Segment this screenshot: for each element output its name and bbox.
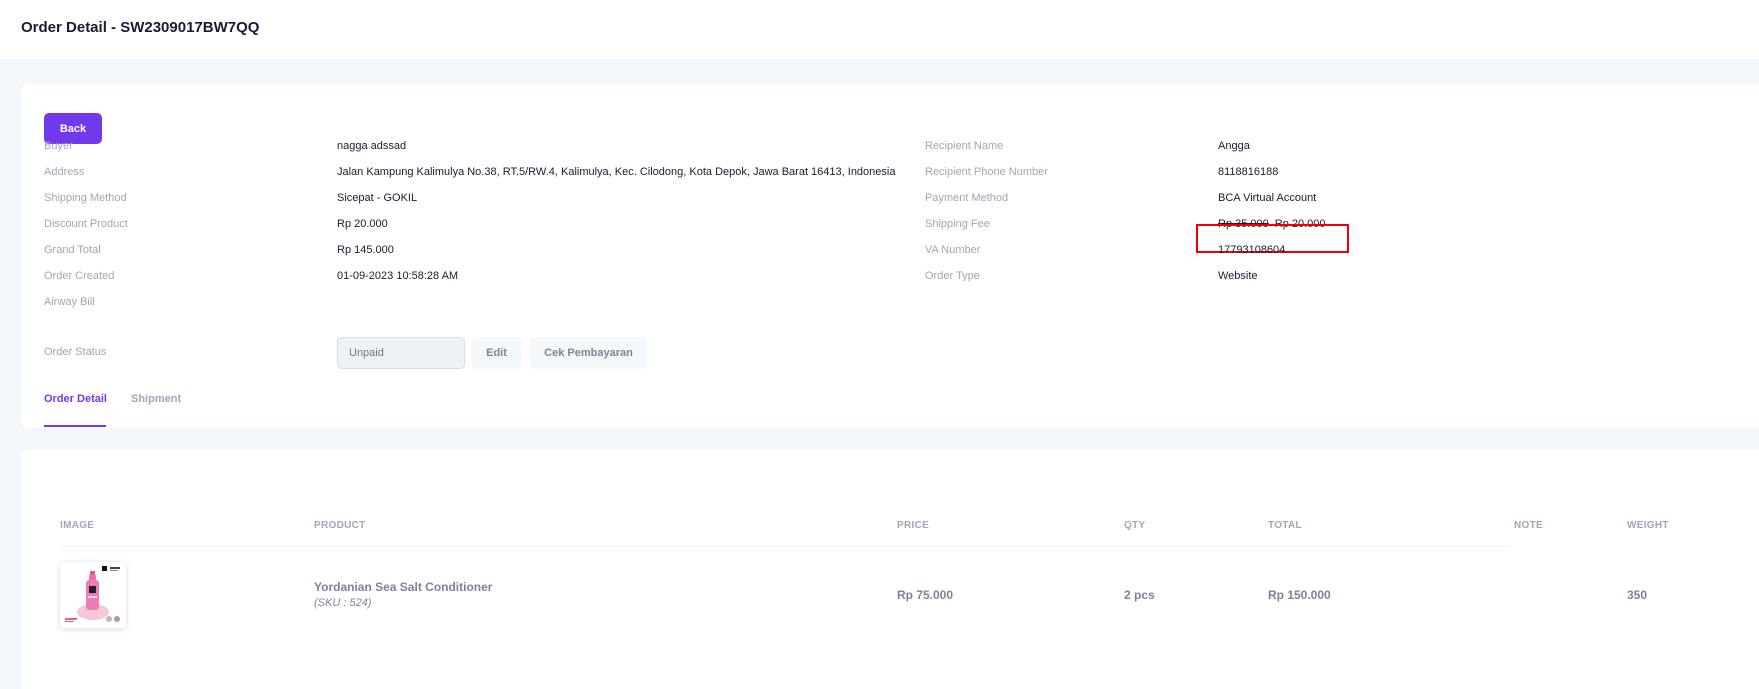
address-value: Jalan Kampung Kalimulya No.38, RT.5/RW.4… xyxy=(337,166,896,178)
product-total: Rp 150.000 xyxy=(1268,588,1331,602)
header-image: IMAGE xyxy=(60,520,95,531)
va-number-label: VA Number xyxy=(925,244,981,256)
airway-bill-label: Airway Bill xyxy=(44,296,95,308)
address-label: Address xyxy=(44,166,85,178)
grand-total-label: Grand Total xyxy=(44,244,101,256)
shipping-method-label: Shipping Method xyxy=(44,192,127,204)
order-created-value: 01-09-2023 10:58:28 AM xyxy=(337,270,459,282)
top-header: Order Detail - SW2309017BW7QQ xyxy=(0,0,1759,59)
product-bottle-icon xyxy=(60,562,126,628)
order-type-value: Website xyxy=(1218,270,1258,282)
header-total: TOTAL xyxy=(1268,520,1302,531)
product-price: Rp 75.000 xyxy=(897,588,954,602)
discount-product-value: Rp 20.000 xyxy=(337,218,388,230)
active-tab-indicator xyxy=(44,425,106,427)
buyer-value: nagga adssad xyxy=(337,140,407,152)
order-items-card: IMAGE PRODUCT PRICE QTY TOTAL NOTE WEIGH… xyxy=(21,450,1759,689)
order-status-input[interactable] xyxy=(337,337,465,369)
payment-method-label: Payment Method xyxy=(925,192,1009,204)
header-divider xyxy=(60,546,1510,547)
va-number-value: 17793108604 xyxy=(1218,244,1286,256)
product-sku: (SKU : 524) xyxy=(314,597,372,609)
header-price: PRICE xyxy=(897,520,930,531)
recipient-name-label: Recipient Name xyxy=(925,140,1004,152)
recipient-phone-value: 8118816188 xyxy=(1218,166,1279,178)
payment-method-value: BCA Virtual Account xyxy=(1218,192,1317,204)
shipping-method-value: Sicepat - GOKIL xyxy=(337,192,418,204)
header-product: PRODUCT xyxy=(314,520,366,531)
product-weight: 350 xyxy=(1627,588,1648,602)
header-weight: WEIGHT xyxy=(1627,520,1669,531)
shipping-fee-label: Shipping Fee xyxy=(925,218,990,230)
order-created-label: Order Created xyxy=(44,270,115,282)
buyer-label: Buyer xyxy=(44,140,73,152)
product-image xyxy=(60,562,126,628)
page-title: Order Detail - SW2309017BW7QQ xyxy=(21,19,260,36)
tab-shipment[interactable]: Shipment xyxy=(131,393,181,405)
order-status-label: Order Status xyxy=(44,346,107,358)
discount-product-label: Discount Product xyxy=(44,218,128,230)
product-qty: 2 pcs xyxy=(1124,588,1155,602)
order-info-card: Back Buyer nagga adssad Address Jalan Ka… xyxy=(21,84,1759,428)
cek-pembayaran-button[interactable]: Cek Pembayaran xyxy=(530,337,647,369)
recipient-phone-label: Recipient Phone Number xyxy=(925,166,1048,178)
product-name[interactable]: Yordanian Sea Salt Conditioner xyxy=(314,580,492,594)
recipient-name-value: Angga xyxy=(1218,140,1250,152)
header-note: NOTE xyxy=(1514,520,1543,531)
order-type-label: Order Type xyxy=(925,270,980,282)
tab-order-detail[interactable]: Order Detail xyxy=(44,393,107,405)
header-qty: QTY xyxy=(1124,520,1146,531)
edit-status-button[interactable]: Edit xyxy=(471,337,522,369)
grand-total-value: Rp 145.000 xyxy=(337,244,394,256)
